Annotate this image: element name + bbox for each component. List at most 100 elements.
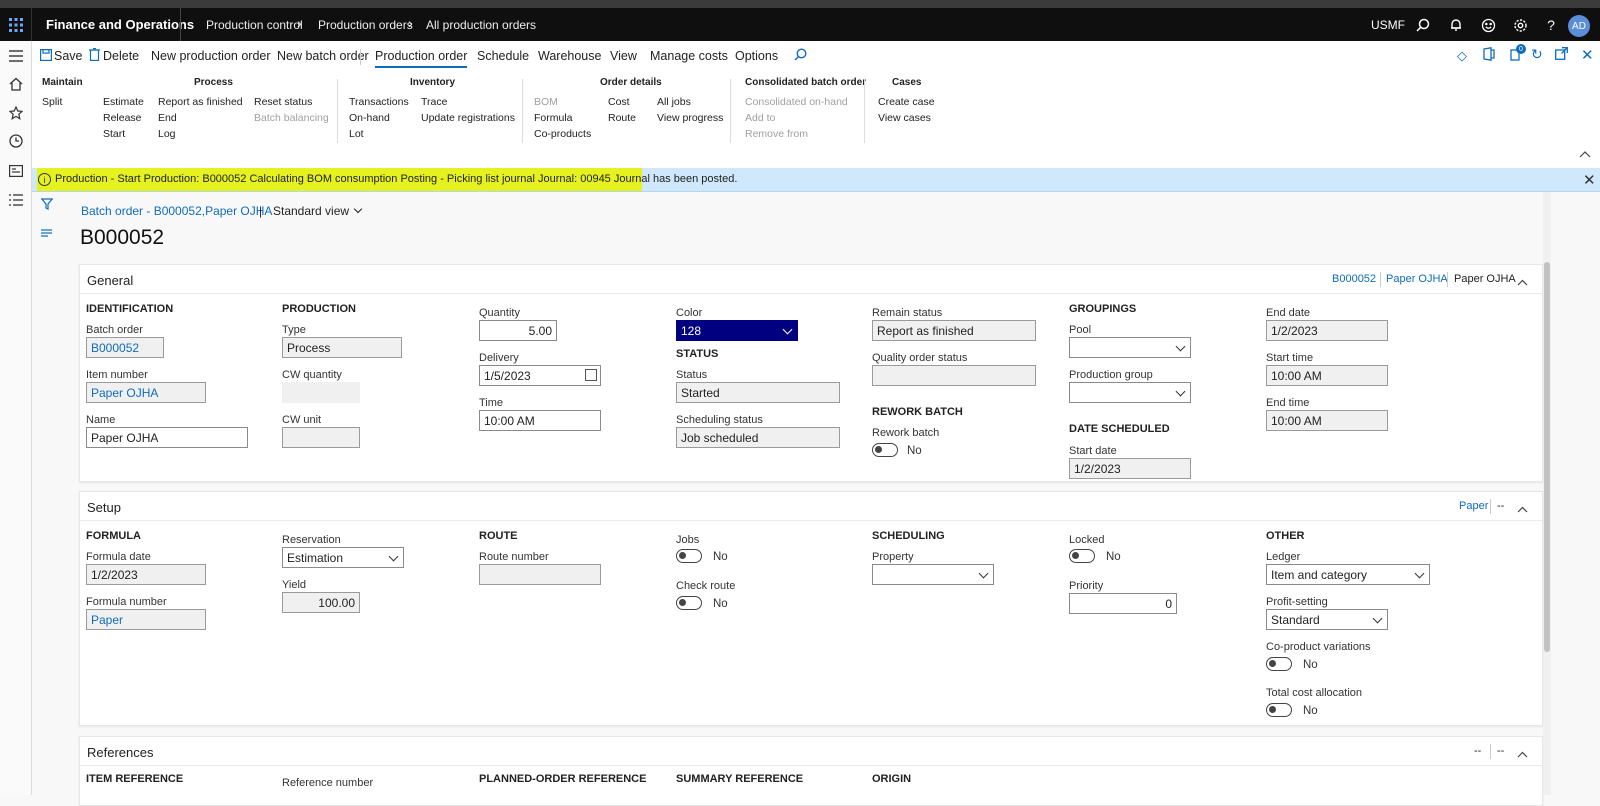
tab-schedule[interactable]: Schedule [477, 49, 529, 63]
view-progress-button[interactable]: View progress [657, 112, 723, 124]
co-products-button[interactable]: Co-products [534, 128, 591, 140]
info-icon: i [38, 173, 51, 186]
report-as-finished-button[interactable]: Report as finished [158, 96, 243, 108]
filter-icon[interactable] [40, 198, 54, 213]
on-hand-button[interactable]: On-hand [349, 112, 390, 124]
close-message-icon[interactable]: ✕ [1583, 171, 1596, 189]
close-icon[interactable]: ✕ [1581, 46, 1594, 64]
refresh-icon[interactable]: ↻ [1531, 46, 1543, 63]
app-title[interactable]: Finance and Operations [46, 17, 194, 32]
modules-list-icon[interactable] [7, 191, 25, 209]
update-registrations-button[interactable]: Update registrations [421, 112, 515, 124]
delivery-date-field[interactable]: 1/5/2023 [479, 365, 601, 386]
help-icon[interactable]: ? [1542, 16, 1560, 34]
chevron-up-icon[interactable] [1517, 747, 1528, 761]
calendar-icon[interactable] [585, 369, 597, 381]
ledger-select[interactable]: Item and category [1266, 564, 1430, 585]
home-icon[interactable] [7, 75, 25, 93]
clock-icon[interactable] [7, 132, 25, 150]
general-summary-batch[interactable]: B000052 [1332, 273, 1376, 285]
list-icon[interactable] [41, 226, 52, 240]
breadcrumb-all-production-orders[interactable]: All production orders [426, 18, 536, 32]
formula-button[interactable]: Formula [534, 112, 573, 124]
page-breadcrumb[interactable]: Batch order - B000052,Paper OJHA [81, 204, 272, 218]
setup-header[interactable]: Setup Paper -- [80, 492, 1542, 521]
save-button[interactable]: Save [54, 49, 83, 63]
avatar[interactable]: AD [1568, 15, 1590, 37]
pool-select[interactable] [1069, 337, 1191, 358]
release-button[interactable]: Release [103, 112, 142, 124]
reset-status-button[interactable]: Reset status [254, 96, 312, 108]
transactions-button[interactable]: Transactions [349, 96, 409, 108]
create-case-button[interactable]: Create case [878, 96, 935, 108]
tab-manage-costs[interactable]: Manage costs [650, 49, 728, 63]
company-picker[interactable]: USMF [1371, 18, 1405, 32]
route-button[interactable]: Route [608, 112, 636, 124]
priority-field[interactable]: 0 [1069, 593, 1177, 614]
diamond-icon[interactable]: ◇ [1457, 48, 1467, 64]
lot-button[interactable]: Lot [349, 128, 364, 140]
collapse-ribbon-icon[interactable] [1579, 147, 1591, 161]
general-summary-item[interactable]: Paper OJHA [1386, 273, 1448, 285]
consolidated-on-hand-button[interactable]: Consolidated on-hand [745, 96, 848, 108]
tab-view[interactable]: View [610, 49, 637, 63]
name-field[interactable]: Paper OJHA [86, 427, 248, 448]
estimate-button[interactable]: Estimate [103, 96, 144, 108]
setup-summary-formula[interactable]: Paper [1459, 500, 1488, 512]
smiley-icon[interactable] [1479, 16, 1497, 34]
rework-batch-toggle[interactable] [872, 443, 898, 457]
remove-from-button[interactable]: Remove from [745, 128, 808, 140]
cost-button[interactable]: Cost [608, 96, 630, 108]
references-header[interactable]: References -- -- [80, 737, 1542, 766]
chevron-up-icon[interactable] [1517, 502, 1528, 516]
chevron-up-icon[interactable] [1517, 275, 1528, 289]
profit-setting-select[interactable]: Standard [1266, 609, 1388, 630]
batch-balancing-button[interactable]: Batch balancing [254, 112, 329, 124]
end-button[interactable]: End [158, 112, 177, 124]
app-launcher-icon[interactable] [0, 8, 32, 41]
reservation-select[interactable]: Estimation [282, 547, 404, 568]
quantity-field[interactable]: 5.00 [479, 320, 557, 341]
search-icon[interactable] [1414, 16, 1432, 34]
gear-icon[interactable] [1511, 16, 1529, 34]
delete-button[interactable]: Delete [103, 49, 139, 63]
scrollbar-thumb[interactable] [1544, 262, 1550, 652]
office-icon[interactable] [1483, 47, 1495, 64]
tab-production-order[interactable]: Production order [375, 49, 468, 68]
bell-icon[interactable] [1447, 16, 1465, 34]
view-cases-button[interactable]: View cases [878, 112, 931, 124]
batch-order-field[interactable]: B000052 [86, 337, 164, 358]
open-in-new-window-icon[interactable] [1555, 47, 1568, 63]
add-to-button[interactable]: Add to [745, 112, 775, 124]
all-jobs-button[interactable]: All jobs [657, 96, 691, 108]
general-header[interactable]: General B000052 Paper OJHA Paper OJHA [80, 265, 1542, 294]
hamburger-menu-icon[interactable] [7, 47, 25, 65]
total-cost-allocation-toggle[interactable] [1266, 703, 1292, 717]
vertical-scrollbar[interactable] [1543, 192, 1551, 795]
trace-button[interactable]: Trace [421, 96, 447, 108]
formula-number-field[interactable]: Paper [86, 609, 206, 630]
new-production-order-button[interactable]: New production order [151, 49, 271, 63]
check-route-toggle[interactable] [676, 596, 702, 610]
search-icon[interactable] [794, 48, 807, 64]
property-select[interactable] [872, 564, 994, 585]
breadcrumb-production-control[interactable]: Production control [206, 18, 303, 32]
color-select[interactable]: 128 [676, 320, 798, 341]
split-button[interactable]: Split [42, 96, 62, 108]
log-button[interactable]: Log [158, 128, 176, 140]
star-icon[interactable] [7, 104, 25, 122]
production-group-select[interactable] [1069, 382, 1191, 403]
tab-options[interactable]: Options [735, 49, 778, 63]
co-product-variations-toggle[interactable] [1266, 657, 1292, 671]
workspace-icon[interactable] [7, 162, 25, 180]
bom-button[interactable]: BOM [534, 96, 558, 108]
time-field[interactable]: 10:00 AM [479, 410, 601, 431]
start-button[interactable]: Start [103, 128, 125, 140]
view-selector[interactable]: Standard view [273, 204, 363, 218]
new-batch-order-button[interactable]: New batch order [277, 49, 369, 63]
locked-toggle[interactable] [1069, 549, 1095, 563]
breadcrumb-production-orders[interactable]: Production orders [318, 18, 413, 32]
item-number-field[interactable]: Paper OJHA [86, 382, 206, 403]
jobs-toggle[interactable] [676, 549, 702, 563]
tab-warehouse[interactable]: Warehouse [538, 49, 601, 63]
